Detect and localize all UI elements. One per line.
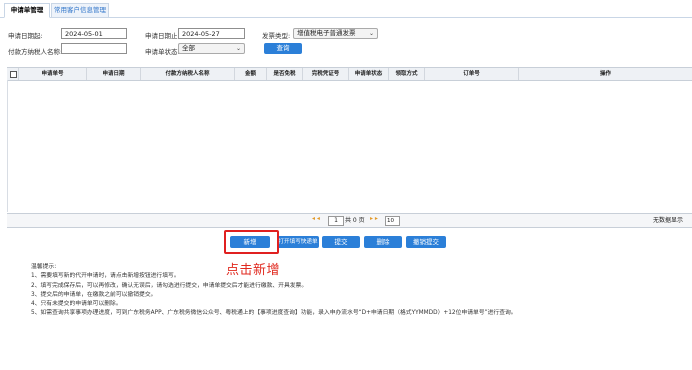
- start-date-label: 申请日期起:: [8, 32, 43, 40]
- status-select[interactable]: 全部 ⌄: [178, 43, 245, 54]
- tab-bar: 申请单管理 常用客户信息管理: [0, 3, 692, 18]
- select-all-cell: [7, 68, 19, 80]
- column-header[interactable]: 金额: [235, 68, 267, 80]
- column-header[interactable]: 付款方纳税人名称: [141, 68, 235, 80]
- invoice-type-value: 增值税电子普通发票: [297, 29, 356, 37]
- grid-body: [7, 80, 692, 212]
- grid-header: 申请单号 申请日期 付款方纳税人名称 金额 是否免税 完税凭证号 申请单状态 领…: [7, 67, 692, 81]
- tips-panel: 温馨提示: 1、需要填写新的代开申请时，请点击新增按钮进行填写。 2、填写完成保…: [31, 263, 517, 319]
- select-all-checkbox[interactable]: [10, 71, 17, 78]
- tab-customer-info-management[interactable]: 常用客户信息管理: [51, 3, 109, 18]
- status-label: 申请单状态:: [145, 48, 180, 56]
- invoice-type-label: 发票类型:: [262, 32, 291, 40]
- tip-line: 2、填写完成保存后，可以再修改，确认无误后，请勾选进行提交，申请单提交后才能进行…: [31, 282, 308, 289]
- status-value: 全部: [182, 44, 195, 52]
- pager-bar: ◂ ◂ 1 共 0 页 ▸ ▸ 10 无数据显示: [7, 213, 692, 228]
- delete-button[interactable]: 删除: [364, 236, 402, 248]
- column-header[interactable]: 申请单状态: [349, 68, 389, 80]
- page-size-select[interactable]: 10: [385, 216, 400, 226]
- tips-title: 温馨提示:: [31, 264, 57, 270]
- column-header[interactable]: 订单号: [425, 68, 519, 80]
- end-date-input[interactable]: 2024-05-27: [178, 28, 245, 39]
- column-header[interactable]: 领取方式: [389, 68, 425, 80]
- total-pages-text: 共 0 页: [345, 217, 365, 224]
- tab-application-management[interactable]: 申请单管理: [4, 3, 50, 18]
- tip-line: 5、如需查询共享事项办理进度，可到广东税务APP、广东税务微信公众号、粤税通上的…: [31, 310, 517, 317]
- highlight-box: [224, 230, 279, 254]
- prev-page-icon[interactable]: ◂ ◂: [312, 215, 320, 222]
- submit-button[interactable]: 提交: [322, 236, 360, 248]
- tip-line: 1、需要填写新的代开申请时，请点击新增按钮进行填写。: [31, 273, 180, 280]
- payer-name-input[interactable]: [61, 43, 127, 54]
- revoke-submit-button[interactable]: 撤销提交: [406, 236, 446, 248]
- end-date-label: 申请日期止:: [145, 32, 180, 40]
- start-date-input[interactable]: 2024-05-01: [61, 28, 127, 39]
- next-page-icon[interactable]: ▸ ▸: [370, 215, 378, 222]
- column-header[interactable]: 操作: [519, 68, 692, 80]
- column-header[interactable]: 完税凭证号: [303, 68, 349, 80]
- open-express-form-button[interactable]: 打开填写快递单: [277, 236, 319, 248]
- column-header[interactable]: 申请日期: [87, 68, 141, 80]
- query-button[interactable]: 查询: [264, 43, 302, 54]
- chevron-down-icon: ⌄: [368, 30, 374, 37]
- column-header[interactable]: 申请单号: [19, 68, 87, 80]
- tip-line: 3、提交后的申请单，在缴款之前可以撤销提交。: [31, 291, 157, 298]
- column-header[interactable]: 是否免税: [267, 68, 303, 80]
- invoice-type-select[interactable]: 增值税电子普通发票 ⌄: [293, 28, 378, 39]
- no-data-text: 无数据显示: [653, 217, 684, 224]
- tip-line: 4、只有未提交的申请单可以删除。: [31, 301, 122, 308]
- payer-name-label: 付款方纳税人名称:: [8, 48, 63, 56]
- page-number-input[interactable]: 1: [328, 216, 344, 226]
- chevron-down-icon: ⌄: [235, 45, 241, 52]
